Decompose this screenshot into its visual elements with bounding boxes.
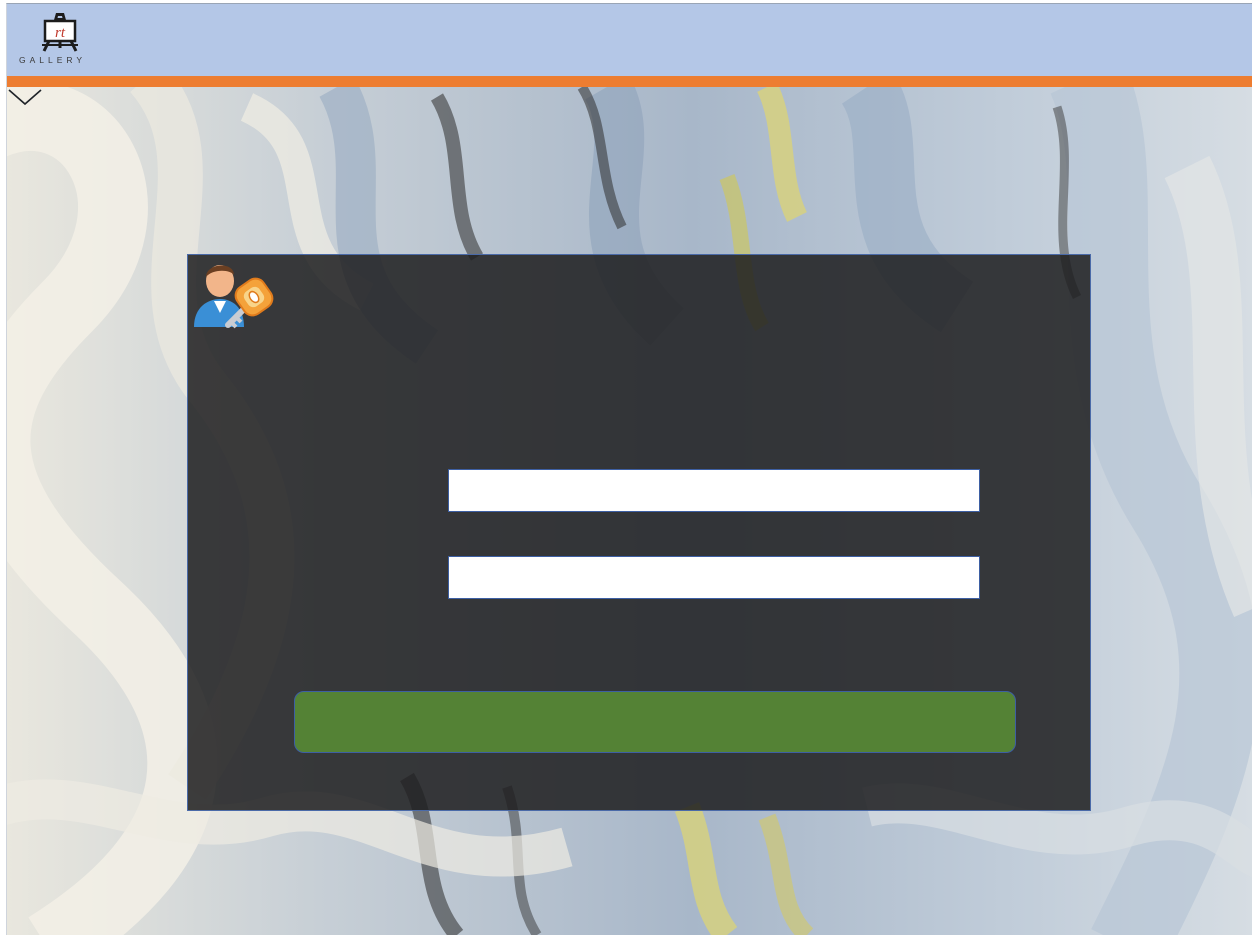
password-field[interactable] xyxy=(448,556,980,599)
header-accent-line xyxy=(7,76,1252,87)
svg-text:rt: rt xyxy=(55,25,66,41)
chevron-down-icon[interactable] xyxy=(7,87,43,107)
login-button[interactable] xyxy=(294,691,1016,753)
login-panel xyxy=(187,254,1091,811)
app-window: rt GALLERY xyxy=(6,3,1252,935)
username-field[interactable] xyxy=(448,469,980,512)
header-bar: rt GALLERY xyxy=(7,4,1252,76)
easel-logo-icon: rt xyxy=(42,13,78,52)
user-key-icon xyxy=(194,265,274,329)
painted-background-image xyxy=(7,87,1252,935)
logo-wordmark: GALLERY xyxy=(19,55,87,65)
gallery-logo[interactable]: rt GALLERY xyxy=(15,12,105,68)
